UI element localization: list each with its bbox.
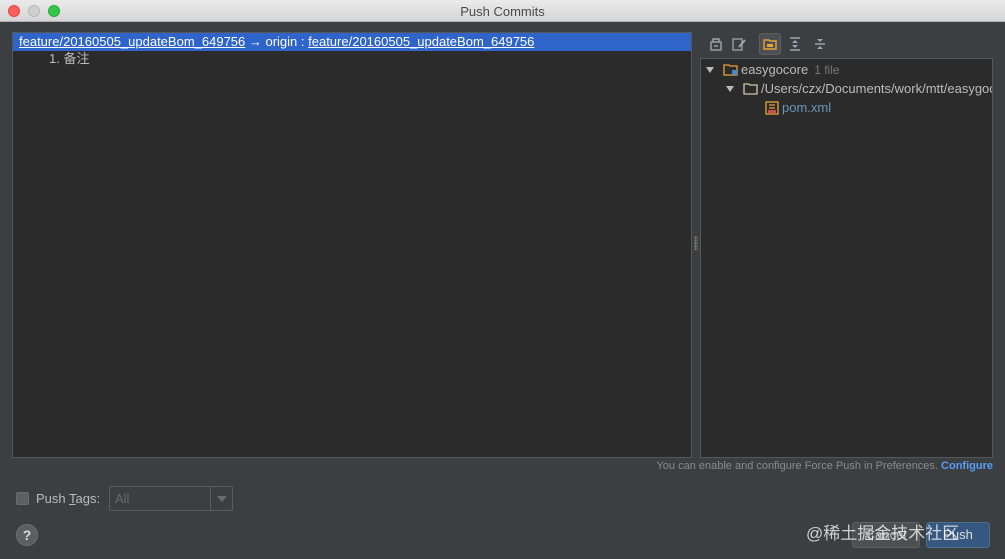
help-button[interactable]: ? — [16, 524, 38, 546]
commit-item[interactable]: 1. 备注 — [49, 51, 89, 67]
show-diff-icon — [710, 38, 722, 51]
folder-icon — [743, 83, 758, 95]
window-title: Push Commits — [460, 4, 545, 19]
expand-arrow-icon[interactable] — [725, 84, 735, 94]
force-push-hint-text: You can enable and configure Force Push … — [656, 460, 938, 472]
tree-root-node[interactable]: easygocore 1 file — [705, 61, 840, 79]
configure-link[interactable]: Configure — [941, 460, 993, 472]
expand-arrow-icon[interactable] — [705, 65, 715, 75]
tree-file-node[interactable]: pom.xml — [765, 99, 831, 117]
watermark: @稀土掘金技术社区 — [806, 524, 960, 543]
push-tags-selected-value: All — [115, 491, 130, 506]
changed-files-tree[interactable]: easygocore 1 file /Users/czx/Documents/w… — [700, 58, 993, 458]
file-count: 1 file — [814, 63, 840, 77]
group-by-directory-button[interactable] — [759, 33, 781, 55]
folder-path: /Users/czx/Documents/work/mtt/easygocore — [761, 81, 993, 96]
panel-splitter-handle[interactable] — [694, 236, 698, 250]
local-branch-link[interactable]: feature/20160505_updateBom_649756 — [19, 34, 245, 49]
chevron-down-icon — [217, 496, 227, 502]
collapse-all-icon — [815, 39, 825, 49]
module-folder-icon — [723, 64, 738, 76]
push-tags-option[interactable]: Push Tags: — [16, 486, 100, 510]
root-module-name: easygocore — [741, 62, 809, 77]
file-name: pom.xml — [782, 100, 832, 115]
push-tags-label: Push Tags: — [36, 490, 101, 506]
maven-file-icon — [765, 101, 779, 115]
branch-row[interactable]: feature/20160505_updateBom_649756 → orig… — [13, 33, 691, 51]
show-diff-button[interactable] — [705, 33, 727, 55]
force-push-hint: You can enable and configure Force Push … — [656, 460, 993, 472]
push-tags-select[interactable]: All — [109, 486, 233, 511]
branch-separator: → origin : — [245, 34, 309, 49]
collapse-all-button[interactable] — [809, 33, 831, 55]
folder-group-icon — [763, 39, 777, 50]
remote-branch-link[interactable]: feature/20160505_updateBom_649756 — [308, 34, 534, 49]
edit-source-icon — [732, 38, 746, 51]
tree-folder-node[interactable]: /Users/czx/Documents/work/mtt/easygocore — [725, 80, 993, 98]
expand-all-icon — [790, 37, 800, 51]
commits-panel[interactable]: feature/20160505_updateBom_649756 → orig… — [12, 32, 692, 458]
edit-source-button[interactable] — [728, 33, 750, 55]
push-tags-checkbox[interactable] — [16, 491, 29, 505]
title-bar: Push Commits — [0, 0, 1005, 22]
expand-all-button[interactable] — [784, 33, 806, 55]
